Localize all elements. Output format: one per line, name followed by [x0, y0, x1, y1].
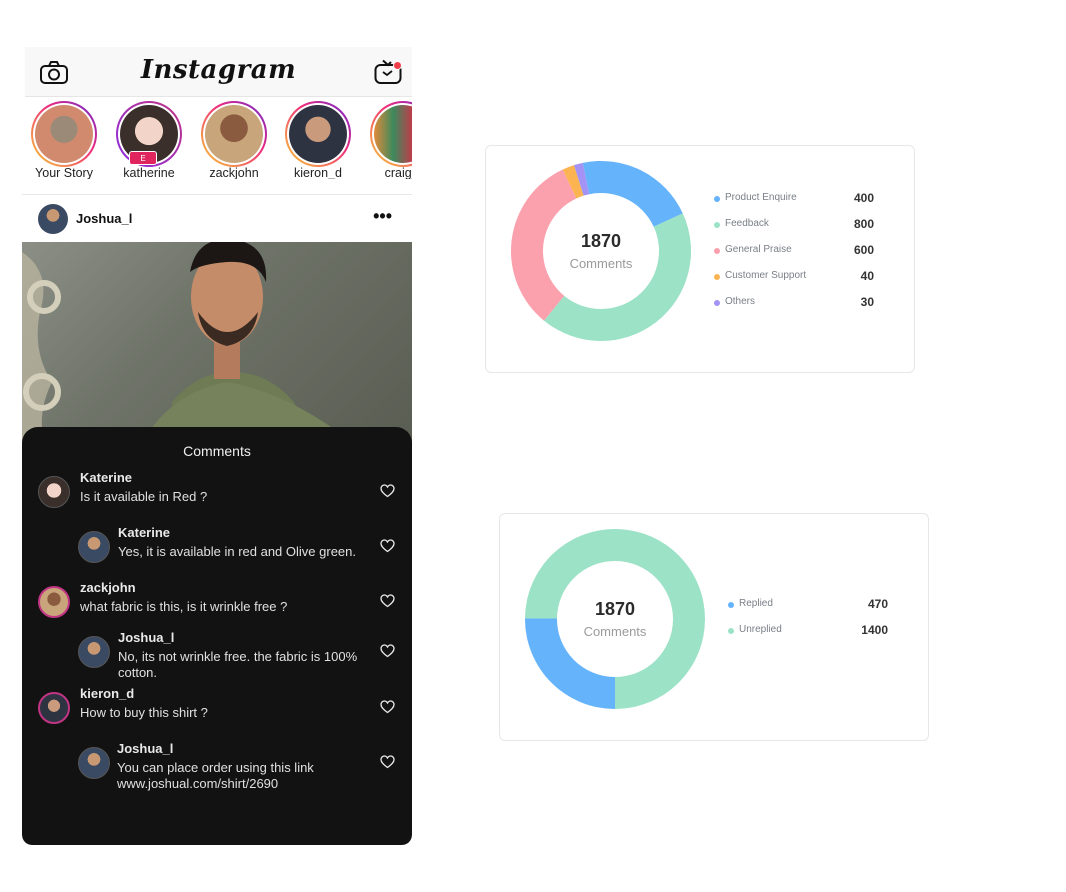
avatar[interactable]: [38, 204, 68, 234]
legend-item: Replied 470: [728, 597, 888, 612]
heart-icon[interactable]: [380, 594, 395, 613]
chart-center-label: Comments: [569, 256, 633, 271]
avatar[interactable]: [78, 531, 110, 563]
avatar: [374, 105, 412, 163]
legend-item: Feedback 800: [714, 217, 874, 232]
avatar: [205, 105, 263, 163]
chart-center-label: Comments: [583, 624, 647, 639]
stories-tray: Your Story E katherine zackjohn kieron_d…: [22, 101, 412, 179]
avatar[interactable]: [38, 476, 70, 508]
instagram-phone: Instagram Your Story E katherine zackjoh…: [22, 47, 412, 845]
comment-author[interactable]: Joshua_l: [117, 741, 173, 756]
story-your-story[interactable]: Your Story: [24, 101, 104, 179]
story-craig-l[interactable]: craig_l: [363, 101, 412, 179]
chart-legend: Product Enquire 400 Feedback 800 General Pra…: [714, 191, 874, 312]
legend-label: Unreplied: [739, 624, 782, 635]
legend-item: General Praise 600: [714, 243, 874, 258]
legend-value: 30: [860, 295, 874, 309]
legend-item: Others 30: [714, 295, 874, 310]
story-username: craig_l: [384, 166, 412, 179]
legend-label: Feedback: [725, 218, 769, 229]
legend-value: 600: [853, 243, 874, 257]
avatar: [35, 105, 93, 163]
legend-label: General Praise: [725, 244, 792, 255]
live-badge: E: [129, 151, 157, 165]
heart-icon[interactable]: [380, 539, 395, 558]
legend-dot: [728, 602, 734, 608]
comment-author[interactable]: Katerine: [118, 525, 170, 540]
comment-text: How to buy this shirt ?: [80, 705, 208, 720]
heart-icon[interactable]: [380, 644, 395, 663]
post-header: Joshua_l •••: [22, 195, 412, 242]
comment-text: No, its not wrinkle free. the fabric is …: [118, 649, 358, 680]
app-logo: Instagram: [140, 55, 297, 85]
comment-author[interactable]: kieron_d: [80, 686, 134, 701]
avatar[interactable]: [38, 586, 70, 618]
comment-author[interactable]: zackjohn: [80, 580, 136, 595]
legend-dot: [714, 222, 720, 228]
heart-icon[interactable]: [380, 700, 395, 719]
top-bar: Instagram: [25, 47, 412, 97]
avatar[interactable]: [78, 747, 110, 779]
chart-center-value: 1870: [580, 231, 622, 251]
legend-label: Replied: [739, 598, 773, 609]
legend-item: Unreplied 1400: [728, 623, 888, 638]
post-author[interactable]: Joshua_l: [76, 211, 132, 226]
chart-center-value: 1870: [594, 599, 636, 619]
story-username: zackjohn: [209, 166, 259, 179]
notification-dot: [393, 61, 402, 70]
story-zackjohn[interactable]: zackjohn: [194, 101, 274, 179]
avatar[interactable]: [38, 692, 70, 724]
comment-text: Is it available in Red ?: [80, 489, 208, 504]
legend-item: Product Enquire 400: [714, 191, 874, 206]
legend-value: 800: [853, 217, 874, 231]
comments-panel: Comments Katerine Is it available in Red…: [22, 427, 412, 845]
legend-value: 1400: [861, 623, 888, 637]
comment-author[interactable]: Joshua_l: [118, 630, 174, 645]
story-katherine[interactable]: E katherine: [109, 101, 189, 179]
legend-label: Customer Support: [725, 270, 807, 281]
legend-dot: [714, 196, 720, 202]
story-username: kieron_d: [294, 166, 342, 179]
legend-value: 470: [867, 597, 888, 611]
heart-icon[interactable]: [380, 484, 395, 503]
legend-dot: [728, 628, 734, 634]
donut-slice-product-enquire[interactable]: [582, 161, 683, 227]
avatar: [289, 105, 347, 163]
legend-dot: [714, 300, 720, 306]
comment-author[interactable]: Katerine: [80, 470, 132, 485]
more-horizontal-icon[interactable]: •••: [373, 206, 392, 227]
comment-text: what fabric is this, is it wrinkle free …: [80, 599, 288, 614]
comments-title: Comments: [183, 443, 251, 459]
story-kieron-d[interactable]: kieron_d: [278, 101, 358, 179]
comment-category-card: 1870 Comments Product Enquire 400 Feedback…: [485, 145, 915, 373]
legend-label: Others: [725, 296, 756, 307]
legend-value: 400: [853, 191, 874, 205]
story-username: katherine: [123, 166, 175, 179]
reply-status-card: 1870 Comments Replied 470 Unreplied 1400: [499, 513, 929, 741]
legend-label: Product Enquire: [725, 192, 797, 203]
heart-icon[interactable]: [380, 755, 395, 774]
legend-dot: [714, 248, 720, 254]
legend-item: Customer Support 40: [714, 269, 874, 284]
chart-legend: Replied 470 Unreplied 1400: [728, 597, 888, 658]
legend-dot: [714, 274, 720, 280]
comment-text: You can place order using this link www.…: [117, 760, 314, 791]
comment-text: Yes, it is available in red and Olive gr…: [118, 544, 356, 559]
legend-value: 40: [860, 269, 874, 283]
post-photo: [22, 242, 412, 442]
story-username: Your Story: [35, 166, 93, 179]
avatar[interactable]: [78, 636, 110, 668]
